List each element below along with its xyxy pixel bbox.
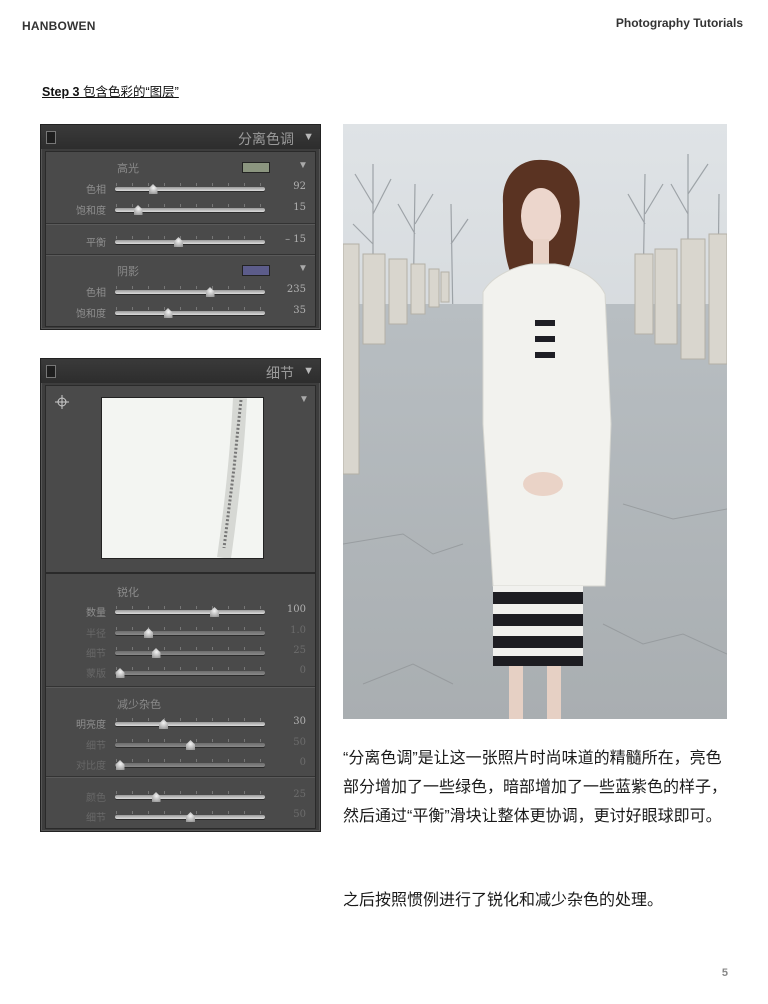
panel-header[interactable]: 细节 ▼ — [41, 359, 320, 383]
highlights-color-swatch[interactable] — [242, 162, 270, 173]
step-heading: Step 3 包含色彩的“图层” — [42, 81, 179, 100]
detail-panel: 细节 ▼ ▼ 锐化 数量 100 半径 1.0 细节 25 蒙版 0 减少杂色 … — [40, 358, 321, 832]
shadows-color-swatch[interactable] — [242, 265, 270, 276]
highlights-hue-value: 92 — [293, 181, 306, 192]
sharpen-heading: 锐化 — [117, 586, 139, 599]
detail-preview-area: ▼ — [45, 385, 316, 573]
noise-luminance-value: 30 — [293, 716, 306, 727]
balance-value: – 15 — [285, 234, 306, 245]
shadows-saturation-value: 35 — [293, 305, 306, 316]
noise-contrast-label: 对比度 — [76, 761, 106, 772]
slider-ticks — [116, 286, 264, 289]
sharpen-detail-value: 25 — [293, 645, 306, 656]
slider-ticks — [116, 647, 264, 650]
slider-ticks — [116, 718, 264, 721]
sharpen-radius-label: 半径 — [86, 629, 106, 640]
divider — [46, 223, 315, 225]
sharpen-radius-value: 1.0 — [290, 625, 306, 636]
noise-color-value: 25 — [293, 789, 306, 800]
followup-paragraph: 之后按照惯例进行了锐化和减少杂色的处理。 — [343, 892, 664, 909]
shadows-heading: 阴影 — [117, 265, 139, 278]
sharpen-masking-label: 蒙版 — [86, 669, 106, 680]
noise-detail-value: 50 — [293, 737, 306, 748]
highlights-hue-slider[interactable] — [115, 187, 265, 191]
slider-ticks — [116, 759, 264, 762]
highlights-hue-label: 色相 — [86, 185, 106, 196]
step-label: Step 3 — [42, 85, 80, 99]
panel-toggle-switch[interactable] — [46, 131, 56, 144]
divider — [46, 776, 315, 778]
photo-illustration — [343, 124, 727, 719]
noise-luminance-slider[interactable] — [115, 722, 265, 726]
highlights-saturation-value: 15 — [293, 202, 306, 213]
divider — [46, 254, 315, 256]
sharpen-amount-value: 100 — [286, 604, 306, 615]
noise-color-slider[interactable] — [115, 795, 265, 799]
panel-title: 分离色调 — [238, 132, 294, 148]
slider-ticks — [116, 236, 264, 239]
collapse-triangle-icon[interactable]: ▼ — [303, 131, 314, 143]
highlights-heading: 高光 — [117, 162, 139, 175]
detail-preview-image[interactable] — [101, 397, 264, 559]
sharpen-detail-label: 细节 — [86, 649, 106, 660]
noise-color-label: 颜色 — [86, 793, 106, 804]
shadows-saturation-label: 饱和度 — [76, 309, 106, 320]
slider-ticks — [116, 791, 264, 794]
sharpen-masking-value: 0 — [299, 665, 306, 676]
noise-color-detail-value: 50 — [293, 809, 306, 820]
slider-ticks — [116, 307, 264, 310]
slider-ticks — [116, 606, 264, 609]
sharpen-radius-slider[interactable] — [115, 631, 265, 635]
balance-label: 平衡 — [86, 238, 106, 249]
shadows-picker-triangle-icon[interactable]: ▼ — [298, 263, 308, 274]
noise-reduction-heading: 减少杂色 — [117, 698, 161, 711]
page-number: 5 — [721, 967, 728, 979]
noise-color-detail-label: 细节 — [86, 813, 106, 824]
fashion-photo — [343, 124, 727, 719]
sharpen-and-noise-section: 锐化 数量 100 半径 1.0 细节 25 蒙版 0 减少杂色 明亮度 30 … — [45, 573, 316, 829]
shadows-hue-value: 235 — [286, 284, 306, 295]
slider-ticks — [116, 667, 264, 670]
preview-zipper-graphic — [217, 398, 247, 558]
highlights-picker-triangle-icon[interactable]: ▼ — [298, 160, 308, 171]
split-toning-content: 高光 ▼ 色相 92 饱和度 15 平衡 – 15 阴影 ▼ 色相 235 饱和… — [45, 151, 316, 327]
shadows-hue-label: 色相 — [86, 288, 106, 299]
noise-luminance-label: 明亮度 — [76, 720, 106, 731]
balance-slider[interactable] — [115, 240, 265, 244]
brand-name: HANBOWEN — [22, 19, 96, 33]
collapse-triangle-icon[interactable]: ▼ — [303, 365, 314, 377]
noise-contrast-slider[interactable] — [115, 763, 265, 767]
noise-detail-label: 细节 — [86, 741, 106, 752]
slider-ticks — [116, 627, 264, 630]
crosshair-icon[interactable] — [55, 395, 69, 409]
step-title: 包含色彩的“图层” — [83, 85, 179, 99]
sharpen-amount-label: 数量 — [86, 608, 106, 619]
panel-header[interactable]: 分离色调 ▼ — [41, 125, 320, 149]
noise-contrast-value: 0 — [299, 757, 306, 768]
sharpen-masking-slider[interactable] — [115, 671, 265, 675]
panel-title: 细节 — [266, 366, 294, 382]
sharpen-detail-slider[interactable] — [115, 651, 265, 655]
divider — [46, 686, 315, 688]
description-paragraph: “分离色调”是让这一张照片时尚味道的精髓所在，亮色部分增加了一些绿色，暗部增加了… — [343, 750, 728, 825]
sharpen-amount-slider[interactable] — [115, 610, 265, 614]
preview-menu-triangle-icon[interactable]: ▼ — [299, 394, 309, 405]
highlights-saturation-label: 饱和度 — [76, 206, 106, 217]
slider-ticks — [116, 183, 264, 186]
shadows-hue-slider[interactable] — [115, 290, 265, 294]
split-toning-panel: 分离色调 ▼ 高光 ▼ 色相 92 饱和度 15 平衡 – 15 阴影 ▼ 色相 — [40, 124, 321, 330]
shadows-saturation-slider[interactable] — [115, 311, 265, 315]
panel-toggle-switch[interactable] — [46, 365, 56, 378]
section-title: Photography Tutorials — [615, 16, 743, 30]
